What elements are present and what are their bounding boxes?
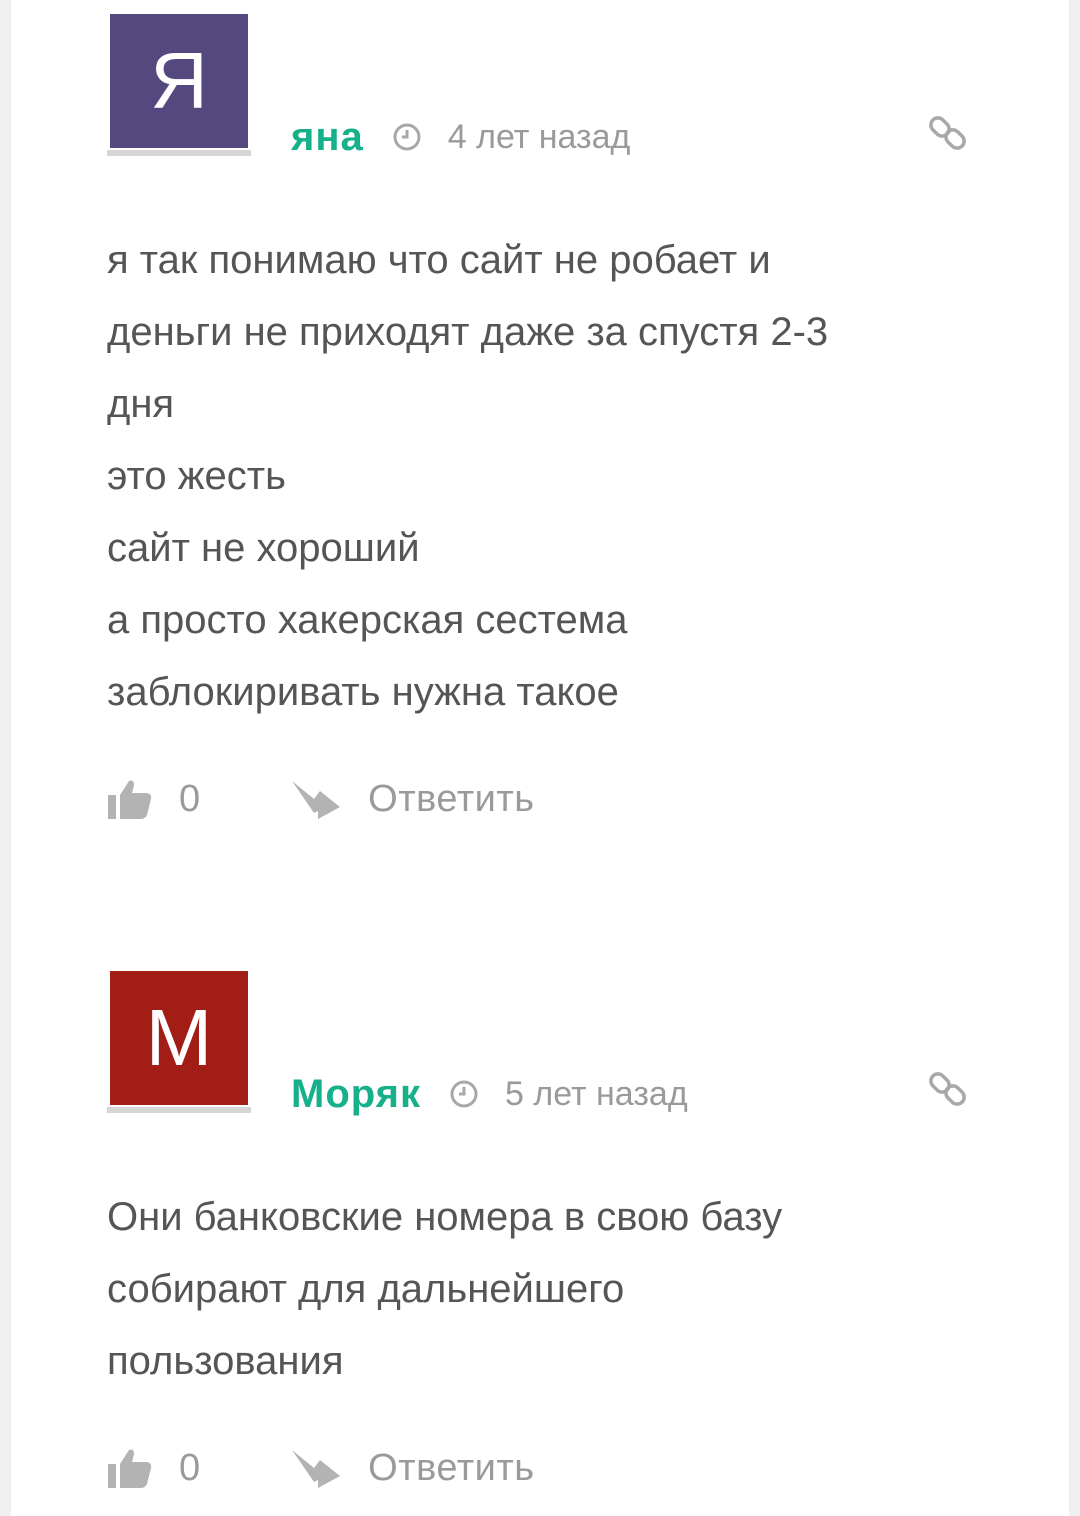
comment-line: Они банковские номера в свою базу — [107, 1195, 783, 1239]
like-count: 0 — [179, 1446, 201, 1489]
author-name[interactable]: Моряк — [291, 1072, 421, 1117]
comment-line: заблокиривать нужна такое — [107, 670, 619, 714]
comment-body: Они банковские номера в свою базу собира… — [107, 1181, 967, 1397]
clock-icon — [449, 1079, 479, 1109]
reply-arrow-icon[interactable] — [290, 1446, 342, 1490]
comment-line: это жесть — [107, 454, 286, 498]
comment-line: собирают для дальнейшего — [107, 1267, 625, 1311]
like-count: 0 — [179, 777, 201, 820]
reply-button[interactable]: Ответить — [368, 1447, 534, 1490]
reply-button[interactable]: Ответить — [368, 778, 534, 821]
avatar-underline — [107, 1107, 251, 1113]
link-icon[interactable] — [929, 1070, 967, 1108]
comment-line: сайт не хороший — [107, 526, 420, 570]
thumbs-up-icon[interactable] — [107, 1446, 153, 1490]
avatar[interactable]: Я — [107, 14, 251, 156]
comment-meta: яна 4 лет назад — [291, 112, 630, 162]
comments-page: Я яна 4 лет назад я так понимаю что сайт… — [11, 0, 1069, 1516]
comment-actions: 0 Ответить — [107, 1443, 535, 1493]
comment-line: а просто хакерская сестема — [107, 598, 628, 642]
avatar-letter: Я — [110, 14, 248, 148]
reply-arrow-icon[interactable] — [290, 777, 342, 821]
comment-meta: Моряк 5 лет назад — [291, 1069, 688, 1119]
clock-icon — [392, 122, 422, 152]
comment-line: дня — [107, 382, 175, 426]
comment-time[interactable]: 5 лет назад — [505, 1075, 688, 1114]
avatar[interactable]: М — [107, 971, 251, 1113]
comment-time[interactable]: 4 лет назад — [448, 118, 631, 157]
comment-line: пользования — [107, 1339, 344, 1383]
link-icon[interactable] — [929, 114, 967, 152]
comment-line: деньги не приходят даже за спустя 2-3 — [107, 310, 829, 354]
comment-line: я так понимаю что сайт не робает и — [107, 238, 771, 282]
thumbs-up-icon[interactable] — [107, 777, 153, 821]
avatar-letter: М — [110, 971, 248, 1105]
comment-body: я так понимаю что сайт не робает и деньг… — [107, 224, 967, 728]
author-name[interactable]: яна — [291, 115, 364, 160]
avatar-underline — [107, 150, 251, 156]
comment-actions: 0 Ответить — [107, 774, 535, 824]
